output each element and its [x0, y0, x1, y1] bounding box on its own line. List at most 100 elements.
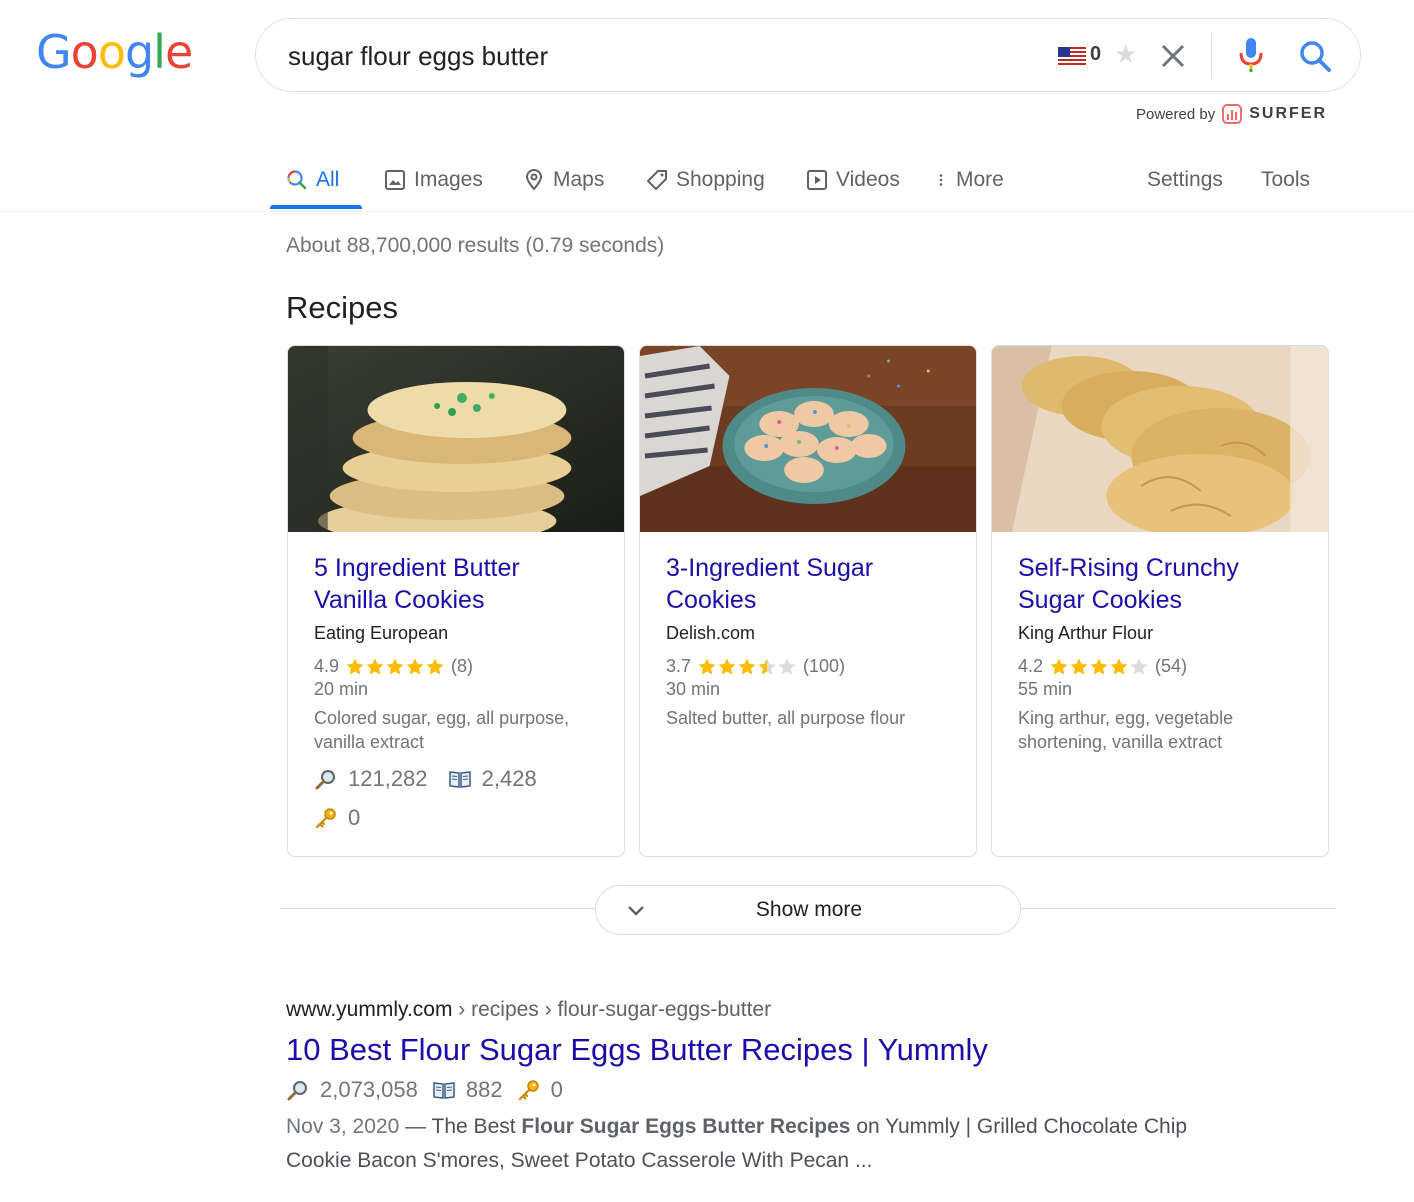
play-icon: [807, 170, 827, 190]
magnifier-icon: [287, 1081, 307, 1101]
star-icon: [1050, 658, 1068, 675]
recipe-ingredients: Salted butter, all purpose flour: [666, 708, 906, 728]
review-count: (100): [803, 656, 846, 676]
search-icon[interactable]: [1298, 39, 1332, 73]
snippet-text: — The Best: [399, 1115, 522, 1138]
tag-icon: [647, 170, 667, 190]
star-icon: [1110, 658, 1128, 675]
surfer-logo-icon: [1222, 104, 1243, 124]
tab-images[interactable]: Images: [384, 150, 483, 210]
recipe-ingredients: King arthur, egg, vegetable shortening, …: [1018, 708, 1234, 752]
recipe-time: 20 min: [314, 679, 369, 699]
recipe-ingredients: Colored sugar, egg, all purpose, vanilla…: [314, 708, 570, 752]
settings-label: Settings: [1147, 168, 1223, 191]
star-icon: [738, 658, 756, 675]
key-icon: [315, 808, 336, 829]
powered-by: Powered by SURFER: [1136, 103, 1327, 125]
book-icon: [448, 771, 471, 788]
divider: [1211, 33, 1212, 79]
tab-label: All: [316, 168, 340, 191]
result-path: › recipes › flour-sugar-eggs-butter: [452, 998, 772, 1021]
result-date: Nov 3, 2020: [286, 1115, 400, 1138]
star-icon: [1130, 658, 1148, 675]
recipe-rating: 3.7 (100): [666, 656, 950, 677]
search-icon: [287, 170, 307, 190]
recipe-image[interactable]: [288, 346, 624, 532]
recipe-source: Eating European: [314, 623, 449, 643]
metric-value: 0: [550, 1077, 563, 1102]
star-icon: [758, 658, 776, 675]
recipe-title[interactable]: Self-Rising Crunchy Sugar Cookies: [1018, 552, 1302, 616]
recipe-card[interactable]: 5 Ingredient Butter Vanilla Cookies Eati…: [287, 345, 625, 857]
snippet-highlight: Flour Sugar Eggs Butter Recipes: [521, 1115, 851, 1138]
tab-label: Shopping: [676, 168, 765, 191]
logo-letter: G: [36, 25, 72, 79]
tab-all[interactable]: All: [286, 150, 339, 210]
metric-value: 121,282: [348, 766, 428, 791]
rating-value: 3.7: [666, 656, 692, 676]
tab-label: Images: [414, 168, 483, 191]
rating-stars: [1049, 657, 1149, 677]
star-icon: [346, 658, 364, 675]
metric-searches: 121,282: [314, 762, 428, 796]
tab-more[interactable]: More: [934, 150, 1004, 210]
search-box[interactable]: 0 ★: [255, 18, 1361, 92]
logo-letter: o: [97, 25, 126, 79]
recipe-title[interactable]: 5 Ingredient Butter Vanilla Cookies: [314, 552, 598, 616]
search-input[interactable]: [288, 38, 988, 74]
metric-value: 2,073,058: [320, 1077, 418, 1102]
tools-link[interactable]: Tools: [1261, 150, 1310, 210]
more-vert-icon: [939, 174, 943, 186]
seo-metrics: 121,282 2,428 0: [314, 762, 598, 840]
show-more-label: Show more: [755, 898, 863, 921]
logo-letter: g: [124, 25, 154, 79]
result-stats: About 88,700,000 results (0.79 seconds): [286, 234, 665, 257]
surfer-brand: SURFER: [1249, 105, 1327, 122]
microphone-icon[interactable]: [1236, 35, 1266, 75]
logo-letter: e: [164, 25, 193, 79]
result-title-link[interactable]: 10 Best Flour Sugar Eggs Butter Recipes …: [286, 1032, 988, 1068]
search-tabs: All Images Maps Shopping Videos More Set…: [0, 150, 1414, 212]
star-icon: [386, 658, 404, 675]
metric-searches: 2,073,058: [286, 1077, 418, 1103]
seo-metrics: 2,073,058 882 0: [286, 1077, 577, 1103]
settings-link[interactable]: Settings: [1147, 150, 1223, 210]
recipe-time: 30 min: [666, 679, 721, 699]
recipe-card[interactable]: 3-Ingredient Sugar Cookies Delish.com 3.…: [639, 345, 977, 857]
star-icon: [698, 658, 716, 675]
metric-keys: 0: [314, 801, 360, 835]
tab-shopping[interactable]: Shopping: [646, 150, 765, 210]
powered-by-label: Powered by: [1136, 105, 1216, 123]
show-more-button[interactable]: Show more: [595, 885, 1021, 935]
google-logo[interactable]: Google: [36, 24, 193, 80]
result-domain: www.yummly.com: [286, 998, 453, 1021]
metric-pages: 882: [432, 1077, 503, 1103]
tab-label: Videos: [836, 168, 900, 191]
star-icon: [778, 658, 796, 675]
recipe-rating: 4.2 (54): [1018, 656, 1302, 677]
recipe-image[interactable]: [992, 346, 1328, 532]
star-icon: [426, 658, 444, 675]
rating-value: 4.9: [314, 656, 340, 676]
star-icon: [1090, 658, 1108, 675]
rating-stars: [697, 657, 797, 677]
map-pin-icon: [525, 169, 543, 191]
active-tab-indicator: [270, 205, 362, 209]
recipe-card[interactable]: Self-Rising Crunchy Sugar Cookies King A…: [991, 345, 1329, 857]
book-icon: [433, 1082, 455, 1099]
result-snippet: Nov 3, 2020 — The Best Flour Sugar Eggs …: [286, 1110, 1226, 1178]
us-flag-icon[interactable]: [1058, 47, 1086, 65]
close-icon[interactable]: [1158, 41, 1188, 71]
tab-label: More: [956, 168, 1004, 191]
rating-value: 4.2: [1018, 656, 1044, 676]
tab-maps[interactable]: Maps: [523, 150, 604, 210]
recipe-source: Delish.com: [666, 623, 756, 643]
result-url[interactable]: www.yummly.com › recipes › flour-sugar-e…: [286, 998, 771, 1022]
recipe-title[interactable]: 3-Ingredient Sugar Cookies: [666, 552, 950, 616]
key-icon: [518, 1080, 539, 1101]
star-icon[interactable]: ★: [1114, 39, 1137, 70]
recipe-image[interactable]: [640, 346, 976, 532]
logo-letter: o: [70, 25, 99, 79]
review-count: (8): [451, 656, 474, 676]
tab-videos[interactable]: Videos: [806, 150, 900, 210]
